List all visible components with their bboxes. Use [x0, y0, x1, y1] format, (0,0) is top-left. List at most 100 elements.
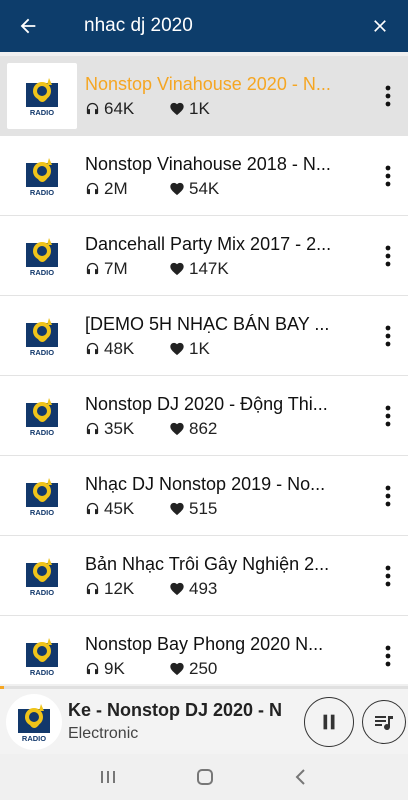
- back-nav-icon[interactable]: [293, 768, 309, 786]
- more-vert-icon: [385, 645, 391, 666]
- radio-logo-icon: RADIO: [26, 157, 58, 197]
- svg-text:RADIO: RADIO: [30, 108, 54, 117]
- listen-count-value: 48K: [104, 338, 135, 358]
- close-icon: [374, 20, 386, 32]
- station-row[interactable]: RADIO Nonstop Vinahouse 2018 - N... 2M 54K: [0, 136, 408, 216]
- radio-logo-icon: RADIO: [26, 397, 58, 437]
- radio-logo-icon: RADIO: [26, 317, 58, 357]
- station-logo: RADIO: [7, 142, 77, 209]
- svg-text:RADIO: RADIO: [30, 668, 54, 677]
- more-options-button[interactable]: [368, 536, 408, 616]
- headphones-icon: [86, 262, 99, 275]
- more-options-button[interactable]: [368, 136, 408, 216]
- radio-logo-icon: RADIO: [26, 477, 58, 517]
- system-nav-bar: [0, 754, 408, 800]
- like-count-value: 515: [189, 498, 218, 518]
- headphones-icon: [86, 182, 99, 195]
- svg-text:RADIO: RADIO: [22, 734, 46, 743]
- like-count: 493: [169, 579, 217, 599]
- headphones-icon: [86, 102, 99, 115]
- listen-count-value: 7M: [104, 258, 128, 278]
- like-count: 147K: [169, 259, 229, 279]
- like-count: 862: [169, 419, 217, 439]
- like-count: 250: [169, 659, 217, 679]
- more-options-button[interactable]: [368, 216, 408, 296]
- station-logo: RADIO: [7, 622, 77, 684]
- svg-text:RADIO: RADIO: [30, 588, 54, 597]
- heart-icon: [170, 422, 184, 436]
- station-name: [DEMO 5H NHẠC BÁN BAY ...: [85, 313, 330, 334]
- more-vert-icon: [385, 85, 391, 106]
- station-row[interactable]: RADIO Nonstop Bay Phong 2020 N... 9K 250: [0, 616, 408, 684]
- heart-icon: [170, 502, 184, 516]
- station-logo: RADIO: [7, 382, 77, 449]
- mini-player[interactable]: RADIO Ke - Nonstop DJ 2020 - N Electroni…: [0, 689, 408, 754]
- svg-text:RADIO: RADIO: [30, 188, 54, 197]
- listen-count: 64K: [85, 99, 169, 119]
- home-icon[interactable]: [195, 767, 215, 787]
- station-row[interactable]: RADIO Nhạc DJ Nonstop 2019 - No... 45K 515: [0, 456, 408, 536]
- listen-count: 7M: [85, 259, 169, 279]
- headphones-icon: [86, 502, 99, 515]
- more-vert-icon: [385, 165, 391, 186]
- like-count-value: 147K: [189, 258, 229, 278]
- station-logo: RADIO: [7, 462, 77, 529]
- more-options-button[interactable]: [368, 376, 408, 456]
- headphones-icon: [86, 422, 99, 435]
- more-vert-icon: [385, 325, 391, 346]
- listen-count-value: 9K: [104, 658, 125, 678]
- like-count-value: 250: [189, 658, 218, 678]
- heart-icon: [170, 182, 184, 196]
- now-playing-logo: RADIO: [6, 693, 62, 750]
- station-logo: RADIO: [7, 302, 77, 369]
- more-vert-icon: [385, 565, 391, 586]
- now-playing-title: Ke - Nonstop DJ 2020 - N: [68, 700, 283, 720]
- arrow-left-icon: [20, 18, 36, 34]
- recent-apps-icon[interactable]: [99, 769, 117, 785]
- listen-count: 12K: [85, 579, 169, 599]
- app-bar: nhac dj 2020: [0, 0, 408, 52]
- listen-count-value: 12K: [104, 578, 135, 598]
- svg-text:RADIO: RADIO: [30, 428, 54, 437]
- svg-text:RADIO: RADIO: [30, 268, 54, 277]
- more-options-button[interactable]: [368, 56, 408, 136]
- close-button[interactable]: [352, 0, 408, 52]
- station-list: RADIO Nonstop Vinahouse 2020 - N... 64K 1K R…: [0, 56, 408, 684]
- station-row[interactable]: RADIO Bản Nhạc Trôi Gây Nghiện 2... 12K 493: [0, 536, 408, 616]
- station-name: Nonstop DJ 2020 - Động Thi...: [85, 393, 328, 414]
- more-vert-icon: [385, 485, 391, 506]
- like-count-value: 1K: [189, 98, 210, 118]
- station-name: Nonstop Vinahouse 2018 - N...: [85, 153, 331, 174]
- like-count-value: 493: [189, 578, 218, 598]
- svg-text:RADIO: RADIO: [30, 508, 54, 517]
- heart-icon: [170, 102, 184, 116]
- pause-button[interactable]: [304, 696, 354, 747]
- pause-icon: [323, 714, 335, 729]
- like-count-value: 1K: [189, 338, 210, 358]
- more-vert-icon: [385, 405, 391, 426]
- radio-logo-icon: RADIO: [26, 557, 58, 597]
- more-options-button[interactable]: [368, 616, 408, 685]
- heart-icon: [170, 342, 184, 356]
- headphones-icon: [86, 582, 99, 595]
- station-name: Nonstop Vinahouse 2020 - N...: [85, 73, 331, 94]
- like-count: 54K: [169, 179, 219, 199]
- radio-logo-icon: RADIO: [26, 237, 58, 277]
- heart-icon: [170, 262, 184, 276]
- more-options-button[interactable]: [368, 456, 408, 536]
- search-query[interactable]: nhac dj 2020: [56, 15, 352, 37]
- station-row[interactable]: RADIO Nonstop Vinahouse 2020 - N... 64K 1K: [0, 56, 408, 136]
- station-row[interactable]: RADIO Dancehall Party Mix 2017 - 2... 7M 14…: [0, 216, 408, 296]
- back-button[interactable]: [0, 0, 56, 52]
- svg-text:RADIO: RADIO: [30, 348, 54, 357]
- queue-button[interactable]: [362, 699, 406, 744]
- listen-count: 48K: [85, 339, 169, 359]
- like-count-value: 54K: [189, 178, 220, 198]
- station-row[interactable]: RADIO Nonstop DJ 2020 - Động Thi... 35K 862: [0, 376, 408, 456]
- listen-count-value: 2M: [104, 178, 128, 198]
- more-options-button[interactable]: [368, 296, 408, 376]
- listen-count: 45K: [85, 499, 169, 519]
- station-logo: RADIO: [7, 62, 77, 129]
- station-row[interactable]: RADIO [DEMO 5H NHẠC BÁN BAY ... 48K 1K: [0, 296, 408, 376]
- station-name: Bản Nhạc Trôi Gây Nghiện 2...: [85, 553, 330, 574]
